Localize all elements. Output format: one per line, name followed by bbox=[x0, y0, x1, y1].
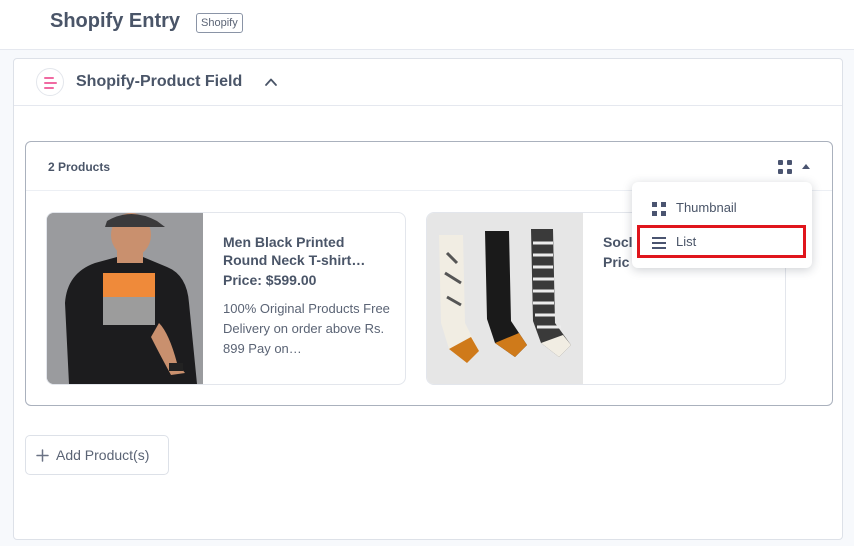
caret-up-icon bbox=[802, 164, 810, 169]
product-image bbox=[427, 213, 583, 384]
products-count: 2 Products bbox=[48, 160, 111, 174]
product-description: 100% Original Products Free Delivery on … bbox=[223, 301, 390, 356]
field-type-icon bbox=[36, 68, 64, 96]
field-title: Shopify-Product Field bbox=[76, 73, 243, 90]
field-header[interactable]: Shopify-Product Field bbox=[14, 59, 842, 106]
highlight-box bbox=[637, 225, 806, 258]
field-panel: Shopify-Product Field 2 Products Men Bla… bbox=[13, 58, 843, 540]
chevron-up-icon[interactable] bbox=[264, 75, 278, 89]
content-type-tag: Shopify bbox=[196, 13, 243, 33]
product-info: Men Black Printed Round Neck T-shirt… Pr… bbox=[223, 233, 391, 359]
product-card[interactable]: Men Black Printed Round Neck T-shirt… Pr… bbox=[46, 212, 406, 385]
product-image bbox=[47, 213, 203, 384]
plus-icon bbox=[36, 449, 49, 462]
product-price: Price: $599.00 bbox=[223, 272, 317, 288]
grid-icon bbox=[652, 202, 666, 216]
add-products-label: Add Product(s) bbox=[56, 447, 150, 463]
menu-item-thumbnail[interactable]: Thumbnail bbox=[632, 192, 812, 224]
view-mode-toggle[interactable] bbox=[778, 159, 814, 175]
grid-icon bbox=[778, 160, 792, 174]
products-container: 2 Products Men Black Printed Round Neck … bbox=[25, 141, 833, 406]
menu-item-label: Thumbnail bbox=[676, 200, 737, 215]
product-name: Men Black Printed Round Neck T-shirt… bbox=[223, 234, 366, 268]
top-bar: Shopify Entry Shopify bbox=[0, 0, 854, 50]
add-products-button[interactable]: Add Product(s) bbox=[25, 435, 169, 475]
page-title: Shopify Entry bbox=[50, 10, 181, 32]
